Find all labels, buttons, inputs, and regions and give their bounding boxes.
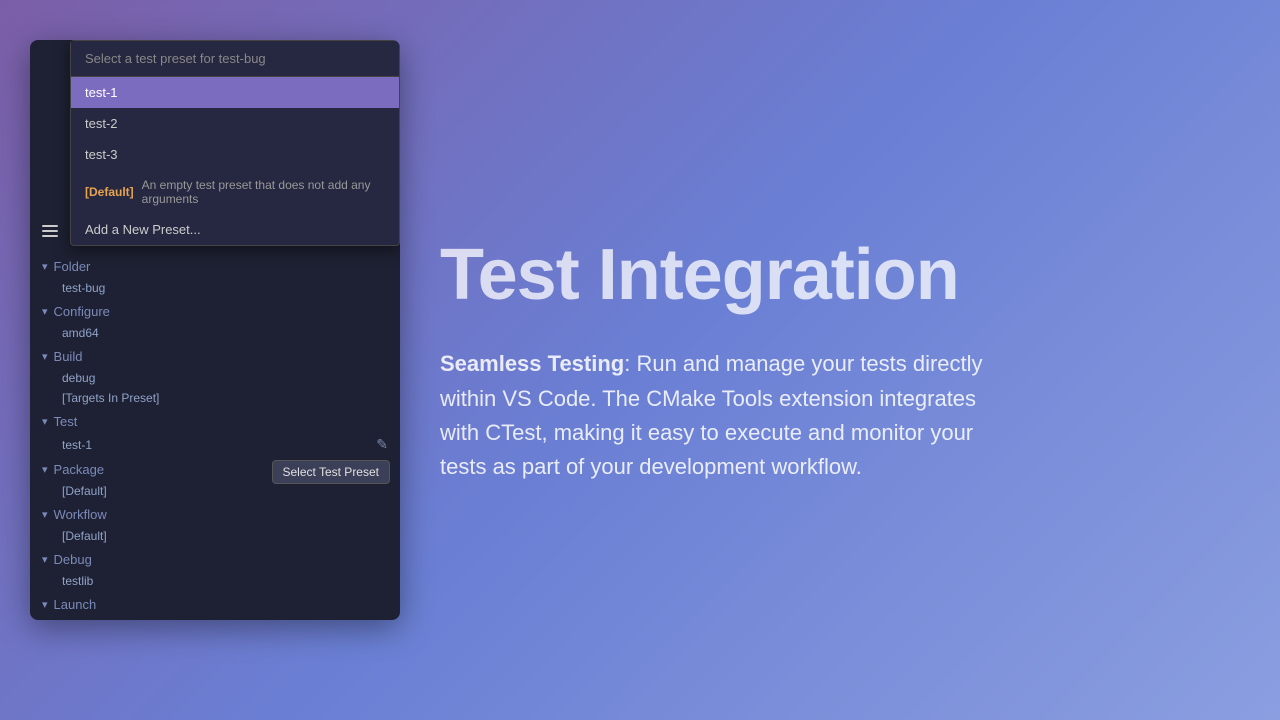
tree-section-launch: ▾ Launch testlib (30, 593, 400, 620)
tree-section-configure: ▾ Configure amd64 (30, 300, 400, 343)
chevron-down-icon-workflow: ▾ (42, 508, 48, 521)
section-label-folder: Folder (54, 259, 91, 274)
section-label-launch: Launch (54, 597, 97, 612)
dropdown-item-test2[interactable]: test-2 (71, 108, 399, 139)
tree-section-header-configure[interactable]: ▾ Configure (30, 300, 400, 323)
tree-item-testlib-debug[interactable]: testlib (30, 571, 400, 591)
preset-search-input[interactable] (71, 41, 399, 77)
section-label-debug: Debug (54, 552, 92, 567)
content-description: Seamless Testing: Run and manage your te… (440, 347, 1020, 483)
tree-item-test-bug[interactable]: test-bug (30, 278, 400, 298)
sidebar-tree: ▾ Folder test-bug ▾ Configure amd64 (30, 247, 400, 620)
tree-item-debug[interactable]: debug (30, 368, 400, 388)
section-label-build: Build (54, 349, 83, 364)
tree-item-package-default[interactable]: [Default] (30, 481, 400, 501)
tree-section-header-test[interactable]: ▾ Test (30, 410, 400, 433)
chevron-down-icon-debug: ▾ (42, 553, 48, 566)
tree-section-header-launch[interactable]: ▾ Launch (30, 593, 400, 616)
tree-section-header-build[interactable]: ▾ Build (30, 345, 400, 368)
tree-section-workflow: ▾ Workflow [Default] (30, 503, 400, 546)
dropdown-item-default[interactable]: [Default] An empty test preset that does… (71, 170, 399, 214)
tree-section-header-package[interactable]: ▾ Package (30, 458, 400, 481)
chevron-down-icon: ▾ (42, 260, 48, 273)
section-label-package: Package (54, 462, 105, 477)
tree-section-build: ▾ Build debug [Targets In Preset] (30, 345, 400, 408)
tree-item-test1[interactable]: test-1 ✎ Select Test Preset (30, 433, 400, 456)
chevron-down-icon-build: ▾ (42, 350, 48, 363)
sidebar-panel: test-1 test-2 test-3 [Default] An empty … (0, 0, 400, 720)
tree-section-header-workflow[interactable]: ▾ Workflow (30, 503, 400, 526)
tree-item-testlib-launch[interactable]: testlib (30, 616, 400, 620)
page-title: Test Integration (440, 236, 1220, 315)
tree-section-debug: ▾ Debug testlib (30, 548, 400, 591)
tree-item-workflow-default[interactable]: [Default] (30, 526, 400, 546)
chevron-down-icon-launch: ▾ (42, 598, 48, 611)
tree-item-targets-in-preset[interactable]: [Targets In Preset] (30, 388, 400, 408)
tree-section-test: ▾ Test test-1 ✎ Select Test Preset (30, 410, 400, 456)
section-label-workflow: Workflow (54, 507, 107, 522)
tree-section-package: ▾ Package [Default] (30, 458, 400, 501)
dropdown-item-add-preset[interactable]: Add a New Preset... (71, 214, 399, 245)
chevron-down-icon-test: ▾ (42, 415, 48, 428)
hamburger-icon[interactable] (42, 225, 58, 237)
sidebar-window: test-1 test-2 test-3 [Default] An empty … (30, 40, 400, 620)
chevron-down-icon-configure: ▾ (42, 305, 48, 318)
edit-icon[interactable]: ✎ (376, 436, 388, 453)
dropdown-item-test3[interactable]: test-3 (71, 139, 399, 170)
tree-section-header-folder[interactable]: ▾ Folder (30, 255, 400, 278)
content-panel: Test Integration Seamless Testing: Run a… (400, 0, 1280, 720)
chevron-down-icon-package: ▾ (42, 463, 48, 476)
tree-item-amd64[interactable]: amd64 (30, 323, 400, 343)
dropdown-overlay: test-1 test-2 test-3 [Default] An empty … (70, 40, 400, 246)
tree-section-header-debug[interactable]: ▾ Debug (30, 548, 400, 571)
dropdown-item-test1[interactable]: test-1 (71, 77, 399, 108)
content-bold: Seamless Testing (440, 351, 624, 376)
tree-section-folder: ▾ Folder test-bug (30, 255, 400, 298)
section-label-test: Test (54, 414, 78, 429)
section-label-configure: Configure (54, 304, 110, 319)
